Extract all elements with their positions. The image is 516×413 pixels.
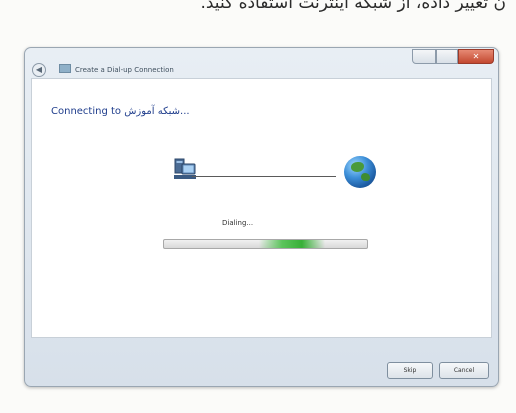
connecting-heading: Connecting to شبکه آموزش...: [51, 106, 190, 117]
status-text: Dialing...: [222, 219, 254, 227]
cancel-button[interactable]: Cancel: [439, 362, 489, 379]
wizard-content: Connecting to شبکه آموزش... Dialing...: [31, 78, 492, 338]
back-arrow-icon[interactable]: ◀: [32, 63, 46, 77]
title-bar: ◀ Create a Dial-up Connection ✕: [25, 48, 498, 78]
close-button[interactable]: ✕: [458, 49, 494, 64]
globe-internet-icon: [344, 156, 376, 188]
window-title-text: Create a Dial-up Connection: [75, 66, 174, 74]
top-caption-text: ن تغییر داده، از شبکه اینترنت استفاده کن…: [200, 0, 506, 13]
connection-line: [192, 176, 336, 177]
maximize-button[interactable]: [436, 49, 458, 64]
dialog-buttons: Skip Cancel: [387, 362, 489, 379]
dialing-progress-bar: [163, 239, 368, 249]
progress-fill: [259, 240, 325, 248]
minimize-button[interactable]: [412, 49, 436, 64]
window-title: Create a Dial-up Connection: [59, 64, 174, 74]
computer-icon: [174, 158, 196, 179]
dialog-window: ◀ Create a Dial-up Connection ✕ Connecti…: [24, 47, 499, 387]
top-caption: ن تغییر داده، از شبکه اینترنت استفاده کن…: [0, 0, 516, 22]
skip-button[interactable]: Skip: [387, 362, 433, 379]
window-controls: ✕: [412, 49, 494, 64]
dialup-connection-icon: [59, 64, 71, 73]
